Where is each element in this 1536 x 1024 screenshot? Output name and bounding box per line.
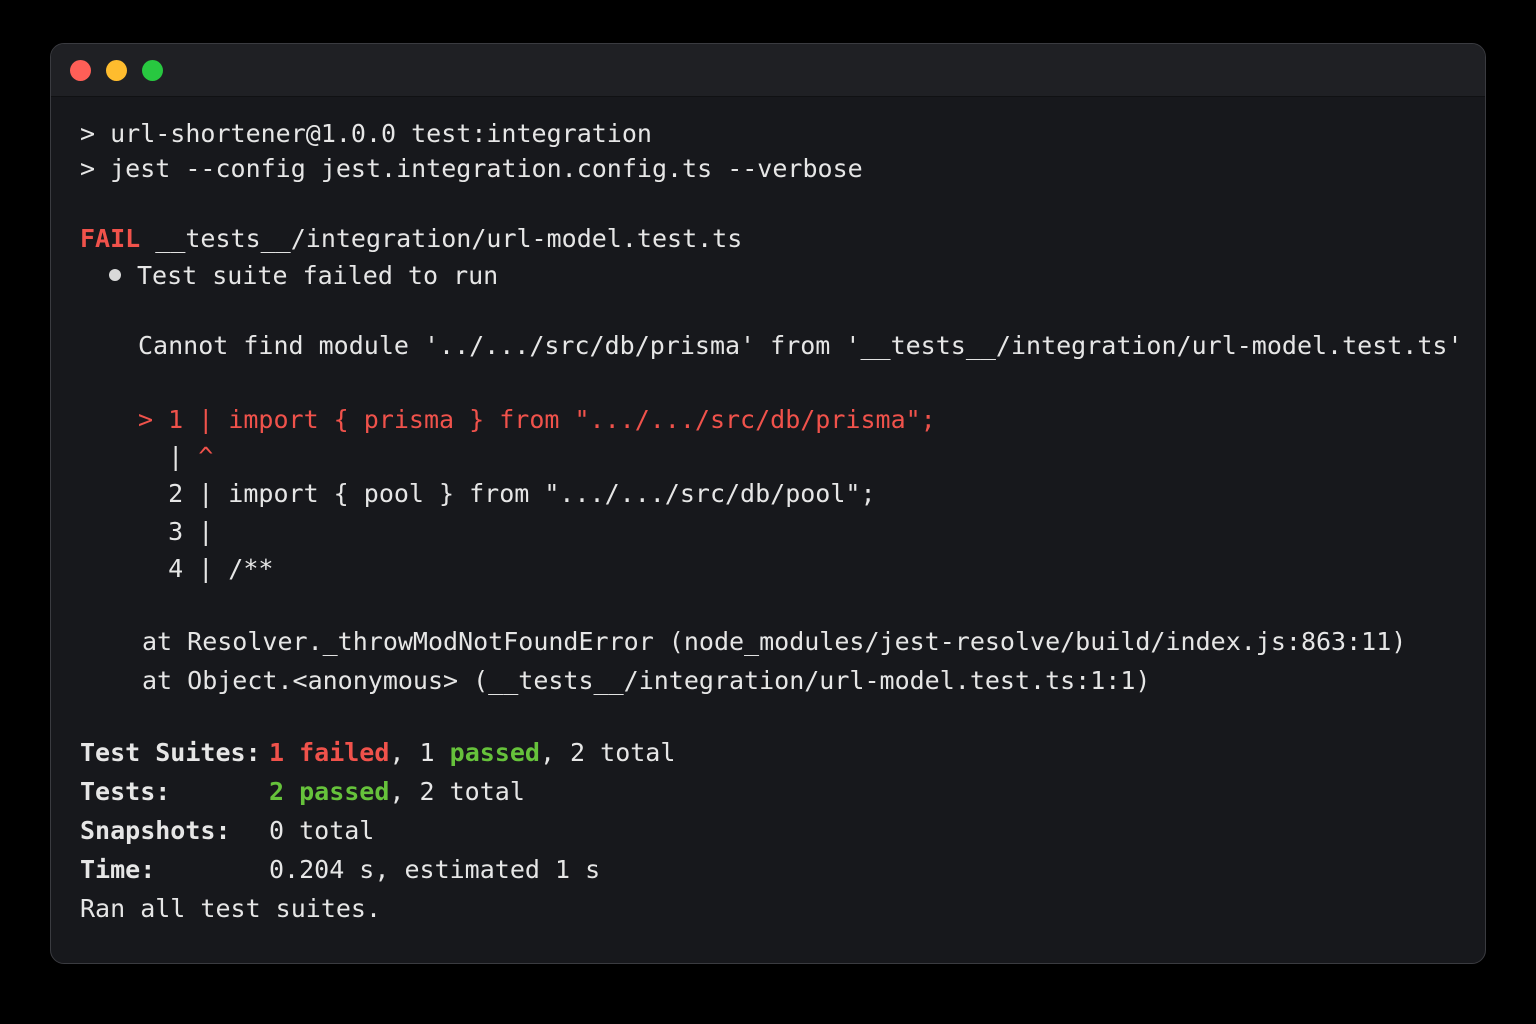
caret-marker: ^: [198, 442, 214, 471]
suite-error-text: Test suite failed to run: [137, 261, 499, 290]
code-frame-line-4: 4 | /**: [138, 554, 274, 583]
summary-suites-rest: , 2 total: [539, 738, 676, 767]
fail-test-path: __tests__/integration/url-model.test.ts: [140, 224, 743, 253]
summary-suites-failed: 1 failed: [269, 738, 390, 767]
summary-ran-all: Ran all test suites.: [80, 894, 382, 923]
summary-tests-rest: , 2 total: [389, 777, 525, 806]
fail-badge: FAIL: [80, 224, 141, 253]
summary-snapshots: Snapshots: 0 total: [80, 814, 374, 848]
error-message: Cannot find module '../.../src/db/prisma…: [138, 331, 1463, 360]
terminal-window: > url-shortener@1.0.0 test:integration >…: [50, 43, 1486, 964]
suite-error-line: Test suite failed to run: [109, 259, 498, 293]
stack-trace-line-1: at Resolver._throwModNotFoundError (node…: [142, 627, 1407, 656]
summary-time: Time: 0.204 s, estimated 1 s: [80, 853, 600, 887]
summary-tests-label: Tests:: [80, 777, 171, 806]
summary-snapshots-value: 0 total: [269, 816, 375, 845]
summary-suites-label: Test Suites:: [80, 738, 261, 767]
summary-tests: Tests: 2 passed, 2 total: [80, 775, 525, 809]
code-line-1: import { prisma } from ".../.../src/db/p…: [228, 405, 936, 434]
terminal-output: > url-shortener@1.0.0 test:integration >…: [80, 44, 1485, 923]
fail-line: FAIL __tests__/integration/url-model.tes…: [80, 222, 742, 256]
code-line-marker: > 1 |: [138, 405, 229, 434]
code-frame-line-3: 3 |: [138, 517, 214, 546]
summary-tests-passed: 2 passed: [269, 777, 390, 806]
summary-snapshots-label: Snapshots:: [80, 816, 231, 845]
summary-time-value: 0.204 s, estimated 1 s: [269, 855, 601, 884]
code-frame-line-1: > 1 | import { prisma } from ".../.../sr…: [138, 403, 936, 437]
caret-gutter: |: [138, 442, 199, 471]
summary-time-label: Time:: [80, 855, 156, 884]
code-frame-line-2: 2 | import { pool } from ".../.../src/db…: [138, 479, 876, 508]
summary-suites-sep: , 1: [389, 738, 450, 767]
bullet-icon: [109, 269, 121, 281]
command-line-1: > url-shortener@1.0.0 test:integration: [80, 119, 652, 148]
stack-trace-line-2: at Object.<anonymous> (__tests__/integra…: [142, 666, 1151, 695]
summary-suites: Test Suites: 1 failed, 1 passed, 2 total: [80, 736, 675, 770]
command-line-2: > jest --config jest.integration.config.…: [80, 154, 863, 183]
summary-suites-passed: passed: [449, 738, 540, 767]
code-frame-caret-line: | ^: [138, 440, 213, 474]
